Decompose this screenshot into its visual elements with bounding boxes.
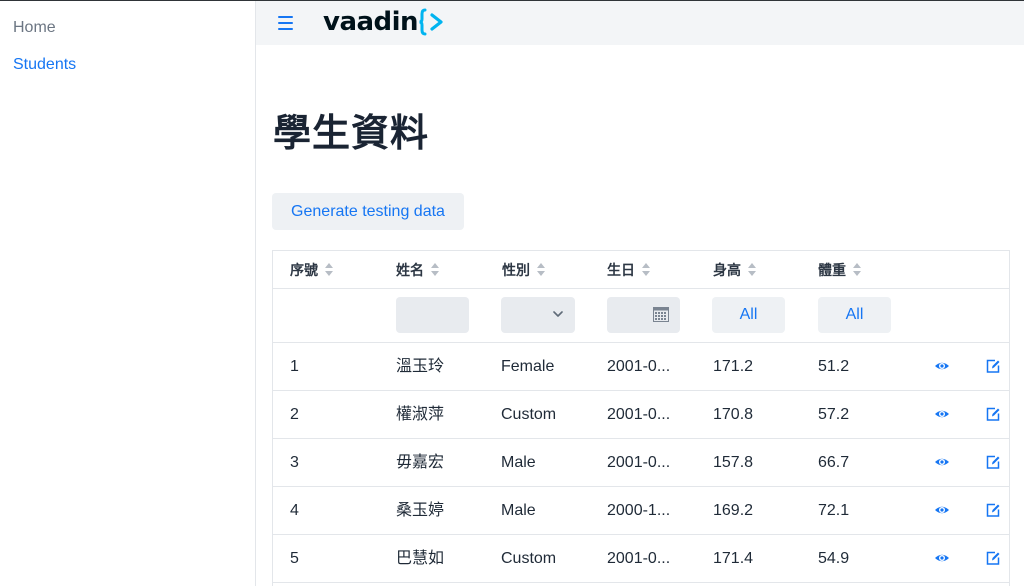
logo-bracket-icon	[419, 8, 443, 36]
edit-icon[interactable]	[985, 406, 1001, 422]
eye-icon[interactable]	[934, 454, 950, 470]
cell-height: 169.2	[713, 502, 754, 519]
cell-id: 3	[290, 454, 299, 471]
column-header-name[interactable]: 姓名	[396, 262, 440, 278]
students-grid: 序號 姓名 性別 生日 身高 體重 All All 1 溫玉玲 Female 2…	[272, 250, 1010, 586]
cell-birthday: 2000-1...	[607, 502, 671, 519]
cell-birthday: 2001-0...	[607, 406, 671, 423]
gender-filter-select[interactable]	[501, 297, 575, 333]
cell-weight: 66.7	[818, 454, 850, 471]
cell-gender: Custom	[501, 406, 557, 423]
column-header-gender[interactable]: 性別	[502, 262, 546, 278]
cell-weight: 51.2	[818, 358, 850, 375]
hamburger-menu-icon[interactable]	[276, 13, 298, 33]
cell-id: 4	[290, 502, 299, 519]
cell-gender: Female	[501, 358, 555, 375]
sort-icon[interactable]	[853, 263, 862, 277]
generate-testing-data-button[interactable]: Generate testing data	[272, 193, 464, 230]
cell-id: 5	[290, 550, 299, 567]
cell-name: 溫玉玲	[396, 358, 445, 375]
table-row[interactable]: 4 桑玉婷 Male 2000-1... 169.2 72.1	[273, 487, 1009, 535]
eye-icon[interactable]	[934, 550, 950, 566]
sort-icon[interactable]	[537, 263, 546, 277]
nav-item-students[interactable]: Students	[13, 55, 76, 75]
cell-height: 157.8	[713, 454, 754, 471]
table-row[interactable]: 2 權淑萍 Custom 2001-0... 170.8 57.2	[273, 391, 1009, 439]
table-row[interactable]: 3 毋嘉宏 Male 2001-0... 157.8 66.7	[273, 439, 1009, 487]
cell-name: 巴慧如	[396, 550, 445, 567]
name-filter-input[interactable]	[396, 297, 469, 333]
cell-name: 權淑萍	[396, 406, 445, 423]
cell-gender: Male	[501, 502, 536, 519]
column-header-weight[interactable]: 體重	[818, 262, 862, 278]
edit-icon[interactable]	[985, 454, 1001, 470]
eye-icon[interactable]	[934, 406, 950, 422]
height-filter-all-button[interactable]: All	[712, 297, 785, 333]
vaadin-logo: vaadin	[323, 6, 449, 38]
top-navbar: vaadin	[256, 1, 1024, 45]
cell-height: 170.8	[713, 406, 754, 423]
cell-birthday: 2001-0...	[607, 550, 671, 567]
calendar-icon[interactable]	[653, 307, 669, 322]
edit-icon[interactable]	[985, 550, 1001, 566]
cell-height: 171.4	[713, 550, 754, 567]
grid-filter-row: All All	[273, 289, 1009, 343]
sort-icon[interactable]	[325, 263, 334, 277]
column-header-birthday[interactable]: 生日	[607, 262, 651, 278]
table-row[interactable]: 1 溫玉玲 Female 2001-0... 171.2 51.2	[273, 343, 1009, 391]
cell-gender: Custom	[501, 550, 557, 567]
cell-weight: 72.1	[818, 502, 850, 519]
cell-name: 毋嘉宏	[396, 454, 445, 471]
eye-icon[interactable]	[934, 358, 950, 374]
edit-icon[interactable]	[985, 502, 1001, 518]
cell-name: 桑玉婷	[396, 502, 445, 519]
edit-icon[interactable]	[985, 358, 1001, 374]
nav-item-home[interactable]: Home	[13, 18, 56, 38]
column-header-height[interactable]: 身高	[713, 262, 757, 278]
birthday-filter-date-picker[interactable]	[607, 297, 680, 333]
cell-height: 171.2	[713, 358, 754, 375]
cell-weight: 54.9	[818, 550, 850, 567]
cell-id: 1	[290, 358, 299, 375]
page-title: 學生資料	[273, 111, 430, 155]
cell-weight: 57.2	[818, 406, 850, 423]
side-drawer: Home Students	[0, 1, 256, 586]
eye-icon[interactable]	[934, 502, 950, 518]
weight-filter-all-button[interactable]: All	[818, 297, 891, 333]
sort-icon[interactable]	[431, 263, 440, 277]
cell-gender: Male	[501, 454, 536, 471]
table-row[interactable]: 5 巴慧如 Custom 2001-0... 171.4 54.9	[273, 535, 1009, 583]
logo-text: vaadin	[323, 7, 419, 37]
sort-icon[interactable]	[748, 263, 757, 277]
cell-id: 2	[290, 406, 299, 423]
column-header-id[interactable]: 序號	[290, 262, 334, 278]
cell-birthday: 2001-0...	[607, 454, 671, 471]
cell-birthday: 2001-0...	[607, 358, 671, 375]
grid-header-row: 序號 姓名 性別 生日 身高 體重	[273, 251, 1009, 289]
sort-icon[interactable]	[642, 263, 651, 277]
chevron-down-icon	[553, 311, 563, 317]
